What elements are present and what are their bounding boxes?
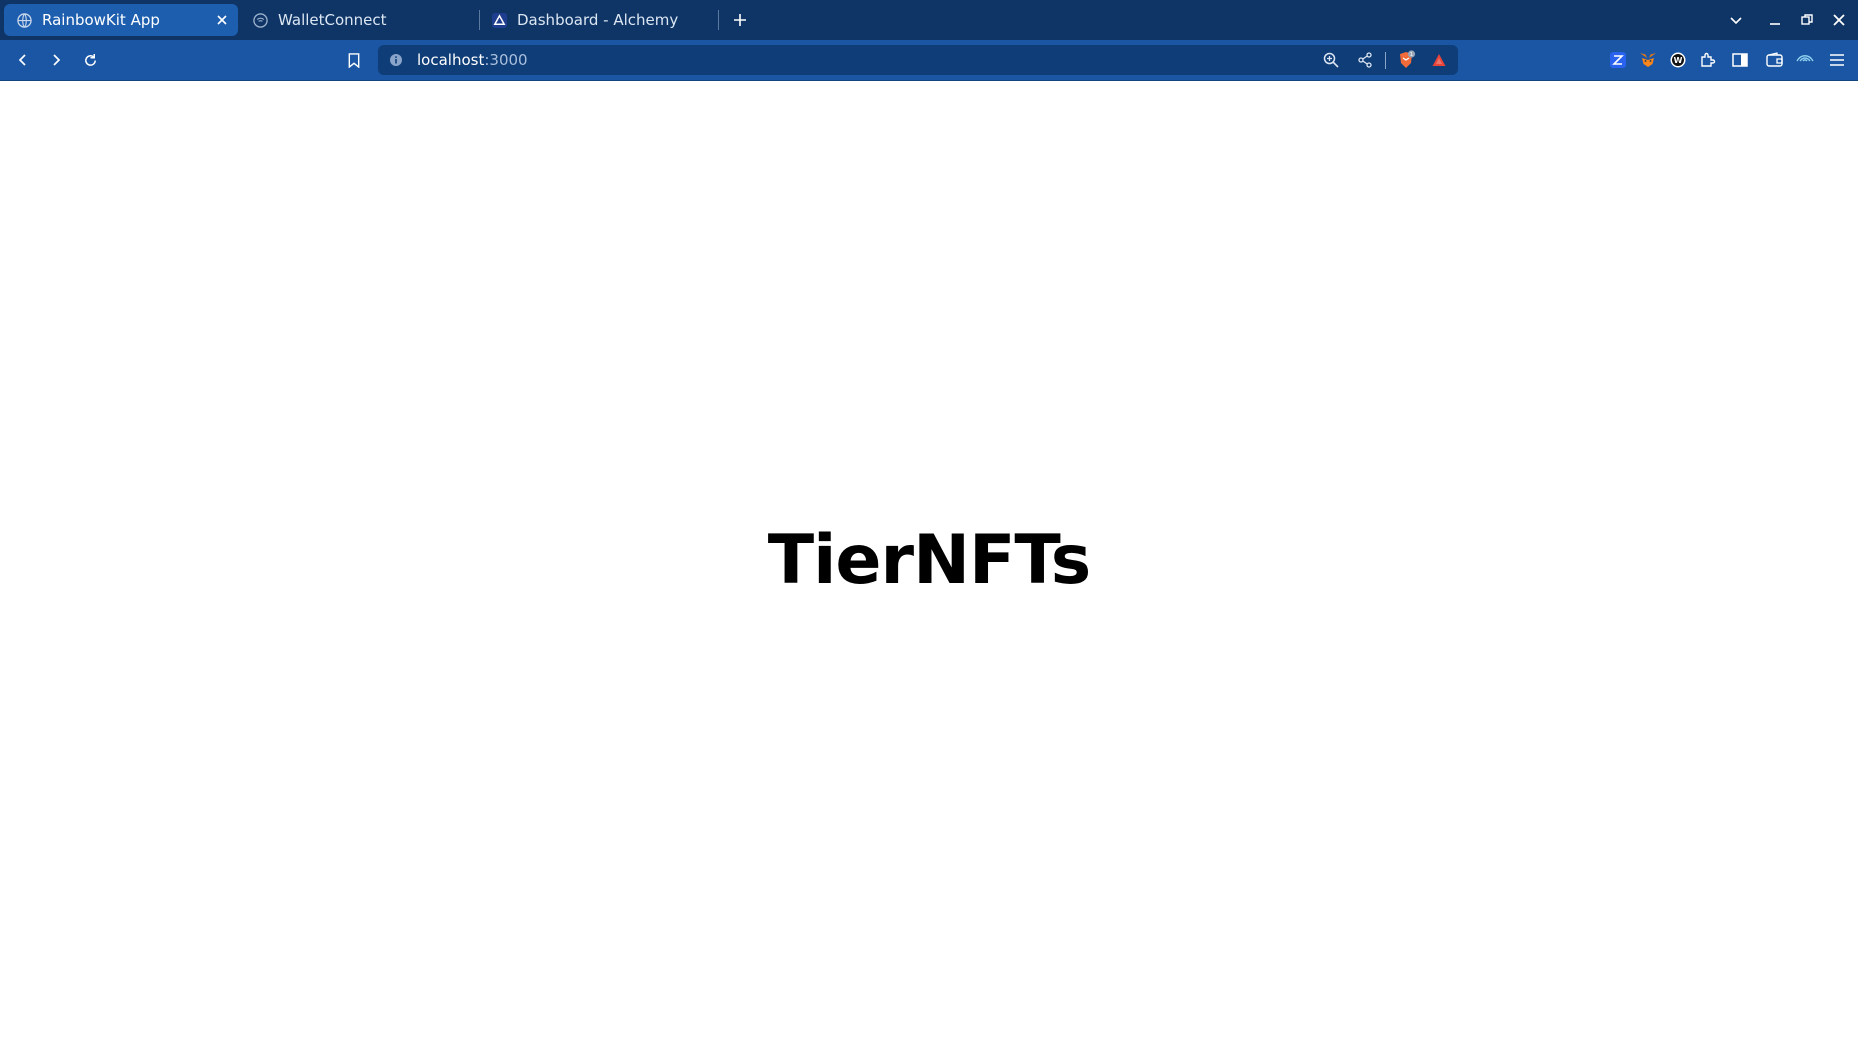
extensions-puzzle-icon[interactable] [1696,48,1720,72]
page-viewport: TierNFTs [0,81,1858,1053]
minimize-window-icon[interactable] [1761,6,1789,34]
wallet-extension-icon[interactable]: W [1666,48,1690,72]
new-tab-button[interactable] [726,6,754,34]
tab-separator [718,10,719,30]
brave-shields-icon[interactable]: 1 [1394,48,1418,72]
close-tab-icon[interactable] [214,12,230,28]
walletconnect-icon [252,12,268,28]
url-divider [1385,52,1386,69]
tab-walletconnect[interactable]: WalletConnect [240,4,474,36]
address-bar[interactable]: localhost:3000 1 [378,45,1458,75]
site-info-icon[interactable] [388,52,404,68]
tab-rainbowkit-app[interactable]: RainbowKit App [4,4,238,36]
close-window-icon[interactable] [1825,6,1853,34]
zerion-extension-icon[interactable] [1606,48,1630,72]
globe-icon [16,12,32,28]
tab-label: RainbowKit App [42,11,160,29]
tab-strip: RainbowKit App WalletConnect Dashboard -… [0,0,1858,40]
forward-button[interactable] [42,46,70,74]
url-text[interactable]: localhost:3000 [417,51,528,69]
back-button[interactable] [9,46,37,74]
browser-toolbar: localhost:3000 1 W [0,40,1858,80]
svg-text:W: W [1674,56,1683,65]
tab-search-chevron-icon[interactable] [1722,6,1750,34]
restore-window-icon[interactable] [1793,6,1821,34]
shields-badge-count: 1 [1410,52,1413,58]
tab-label: Dashboard - Alchemy [517,11,679,29]
menu-icon[interactable] [1825,48,1849,72]
reload-button[interactable] [76,46,104,74]
tab-dashboard-alchemy[interactable]: Dashboard - Alchemy [479,4,713,36]
share-icon[interactable] [1353,48,1377,72]
tab-label: WalletConnect [278,11,387,29]
zoom-icon[interactable] [1319,48,1343,72]
page-title: TierNFTs [767,521,1092,600]
bookmark-icon[interactable] [340,46,368,74]
alchemy-icon [491,12,507,28]
vpn-icon[interactable] [1793,48,1817,72]
sidebar-icon[interactable] [1728,48,1752,72]
url-port: :3000 [484,51,528,69]
metamask-extension-icon[interactable] [1636,48,1660,72]
brave-wallet-icon[interactable] [1762,48,1786,72]
url-host: localhost [417,51,485,69]
brave-rewards-icon[interactable] [1427,48,1451,72]
